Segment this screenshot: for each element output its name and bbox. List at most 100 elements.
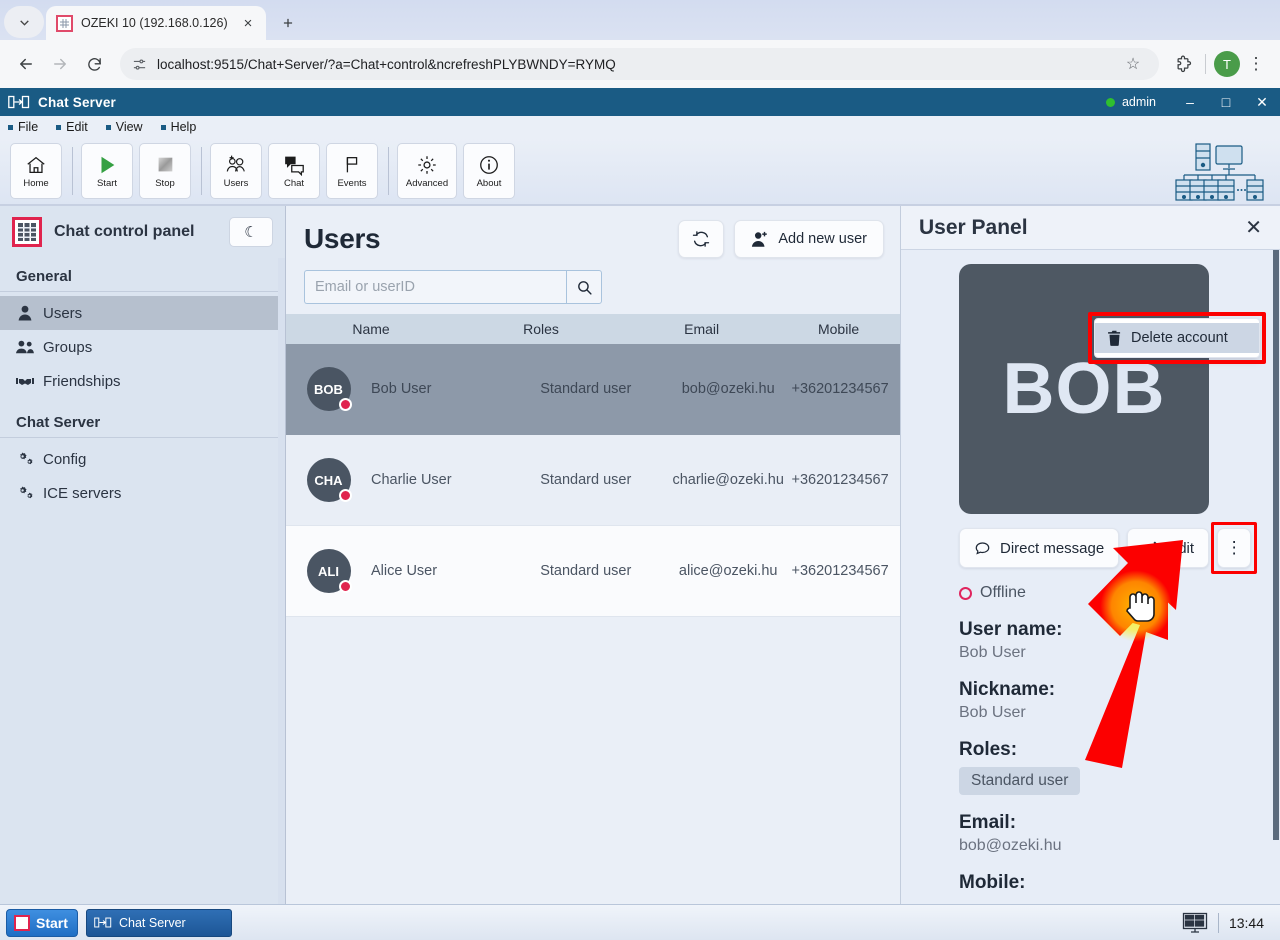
field-label-mobile: Mobile: — [959, 872, 1026, 893]
app-minimize-button[interactable]: – — [1172, 88, 1208, 116]
tab-close-icon[interactable]: × — [238, 13, 258, 33]
ribbon-label-chat: Chat — [283, 177, 305, 189]
reload-icon[interactable] — [78, 48, 110, 80]
ribbon-button-users[interactable]: Users — [210, 143, 262, 199]
user-panel-scrollbar[interactable] — [1273, 250, 1280, 940]
user-status-label: Offline — [980, 584, 1026, 601]
direct-message-button[interactable]: Direct message — [959, 528, 1120, 568]
tab-search-chevron-icon[interactable] — [4, 6, 44, 38]
system-tray: 13:44 — [1182, 912, 1274, 934]
more-actions-wrapper: ⋮ — [1211, 522, 1258, 574]
ribbon-button-stop[interactable]: Stop — [139, 143, 191, 199]
ribbon-label-users: Users — [223, 177, 249, 189]
status-dot-icon — [338, 398, 352, 411]
ribbon-button-home[interactable]: Home — [10, 143, 62, 199]
server-network-illustration — [1170, 142, 1268, 207]
sidebar-item-friendships-label: Friendships — [43, 372, 121, 390]
gear-icon — [418, 155, 436, 174]
add-user-icon — [752, 231, 768, 247]
sidebar-item-groups[interactable]: Groups — [0, 330, 285, 364]
bullet-icon — [160, 124, 166, 130]
status-dot-icon — [338, 489, 352, 502]
field-label-email: Email: — [959, 812, 1017, 833]
ribbon-label-advanced: Advanced — [405, 177, 449, 189]
more-actions-dropdown: Delete account — [1088, 312, 1266, 364]
menu-edit[interactable]: Edit — [56, 120, 88, 134]
new-tab-button[interactable] — [274, 9, 302, 37]
account-label[interactable]: admin — [1122, 95, 1156, 109]
taskbar-item-chat-server[interactable]: Chat Server — [86, 908, 232, 937]
table-row[interactable]: CHA Charlie User Standard user charlie@o… — [286, 435, 900, 526]
avatar: ALI — [306, 549, 352, 593]
column-header-name: Name — [352, 321, 390, 337]
sidebar-scrollbar[interactable] — [278, 258, 285, 940]
add-new-user-button[interactable]: Add new user — [734, 220, 884, 258]
ribbon-button-chat[interactable]: Chat — [268, 143, 320, 199]
user-panel-close-button[interactable]: ✕ — [1245, 218, 1262, 238]
field-label-nickname: Nickname: — [959, 679, 1056, 700]
sidebar-header: Chat control panel ☾ — [0, 206, 285, 258]
cell-roles: Standard user — [540, 472, 632, 488]
field-label-roles: Roles: — [959, 739, 1018, 760]
table-row[interactable]: BOB Bob User Standard user bob@ozeki.hu … — [286, 344, 900, 435]
forward-icon[interactable] — [44, 48, 76, 80]
trash-icon — [1108, 330, 1121, 346]
app-close-button[interactable]: ✕ — [1244, 88, 1280, 116]
sidebar-title: Chat control panel — [54, 223, 195, 240]
search-button[interactable] — [566, 270, 602, 304]
users-empty-area — [286, 617, 900, 922]
avatar-cell: ALI — [286, 549, 371, 593]
search-input[interactable] — [304, 270, 566, 304]
ozeki-logo-icon — [12, 217, 42, 247]
sidebar-item-ice-servers[interactable]: ICE servers — [0, 476, 285, 510]
field-value-email: bob@ozeki.hu — [959, 837, 1062, 854]
avatar-initials: ALI — [318, 563, 339, 579]
profile-avatar[interactable]: T — [1214, 51, 1240, 77]
chat-server-logo-icon — [8, 94, 30, 110]
sidebar-item-config[interactable]: Config — [0, 442, 285, 476]
role-chip: Standard user — [959, 767, 1081, 795]
clock[interactable]: 13:44 — [1229, 915, 1264, 931]
sidebar-item-ice-servers-label: ICE servers — [43, 484, 122, 502]
bookmark-star-icon[interactable]: ☆ — [1119, 50, 1147, 78]
back-icon[interactable] — [10, 48, 42, 80]
ribbon-button-about[interactable]: About — [463, 143, 515, 199]
page-title: Users — [304, 223, 381, 254]
menu-file[interactable]: File — [8, 120, 38, 134]
delete-account-label: Delete account — [1131, 330, 1228, 346]
sidebar-item-friendships[interactable]: Friendships — [0, 364, 285, 398]
gears-icon — [16, 486, 34, 501]
ribbon-button-events[interactable]: Events — [326, 143, 378, 199]
extensions-puzzle-icon[interactable] — [1169, 50, 1197, 78]
field-value-nickname: Bob User — [959, 704, 1026, 721]
menu-view[interactable]: View — [105, 120, 143, 134]
sidebar-item-users[interactable]: Users — [0, 296, 285, 330]
delete-account-menu-item[interactable]: Delete account — [1095, 323, 1259, 353]
app-titlebar: Chat Server admin – □ ✕ — [0, 88, 1280, 116]
sidebar: Chat control panel ☾ General Users Group… — [0, 206, 286, 940]
more-actions-button[interactable]: ⋮ — [1217, 528, 1252, 568]
ribbon-button-start[interactable]: Start — [81, 143, 133, 199]
user-avatar-initials: BOB — [1002, 349, 1166, 429]
browser-tab[interactable]: OZEKI 10 (192.168.0.126) × — [46, 6, 266, 40]
app-maximize-button[interactable]: □ — [1208, 88, 1244, 116]
refresh-button[interactable] — [678, 220, 725, 258]
bullet-icon — [56, 124, 62, 130]
theme-toggle-button[interactable]: ☾ — [229, 217, 273, 247]
table-row[interactable]: ALI Alice User Standard user alice@ozeki… — [286, 526, 900, 617]
bullet-icon — [105, 124, 111, 130]
bullet-icon — [8, 124, 13, 130]
address-bar[interactable]: localhost:9515/Chat+Server/?a=Chat+contr… — [120, 48, 1159, 80]
avatar-cell: CHA — [286, 458, 371, 502]
scrollbar-thumb[interactable] — [1273, 250, 1279, 840]
taskbar-item-label: Chat Server — [119, 915, 186, 930]
ribbon-button-advanced[interactable]: Advanced — [397, 143, 457, 199]
browser-menu-icon[interactable]: ⋮ — [1242, 50, 1270, 78]
edit-button[interactable]: Edit — [1127, 528, 1210, 568]
user-panel-title: User Panel — [919, 215, 1028, 239]
start-button[interactable]: Start — [6, 908, 78, 937]
menu-help[interactable]: Help — [160, 120, 196, 134]
kebab-menu-icon: ⋮ — [1225, 538, 1243, 557]
sidebar-item-groups-label: Groups — [43, 338, 93, 356]
chat-bubble-icon — [975, 541, 990, 554]
